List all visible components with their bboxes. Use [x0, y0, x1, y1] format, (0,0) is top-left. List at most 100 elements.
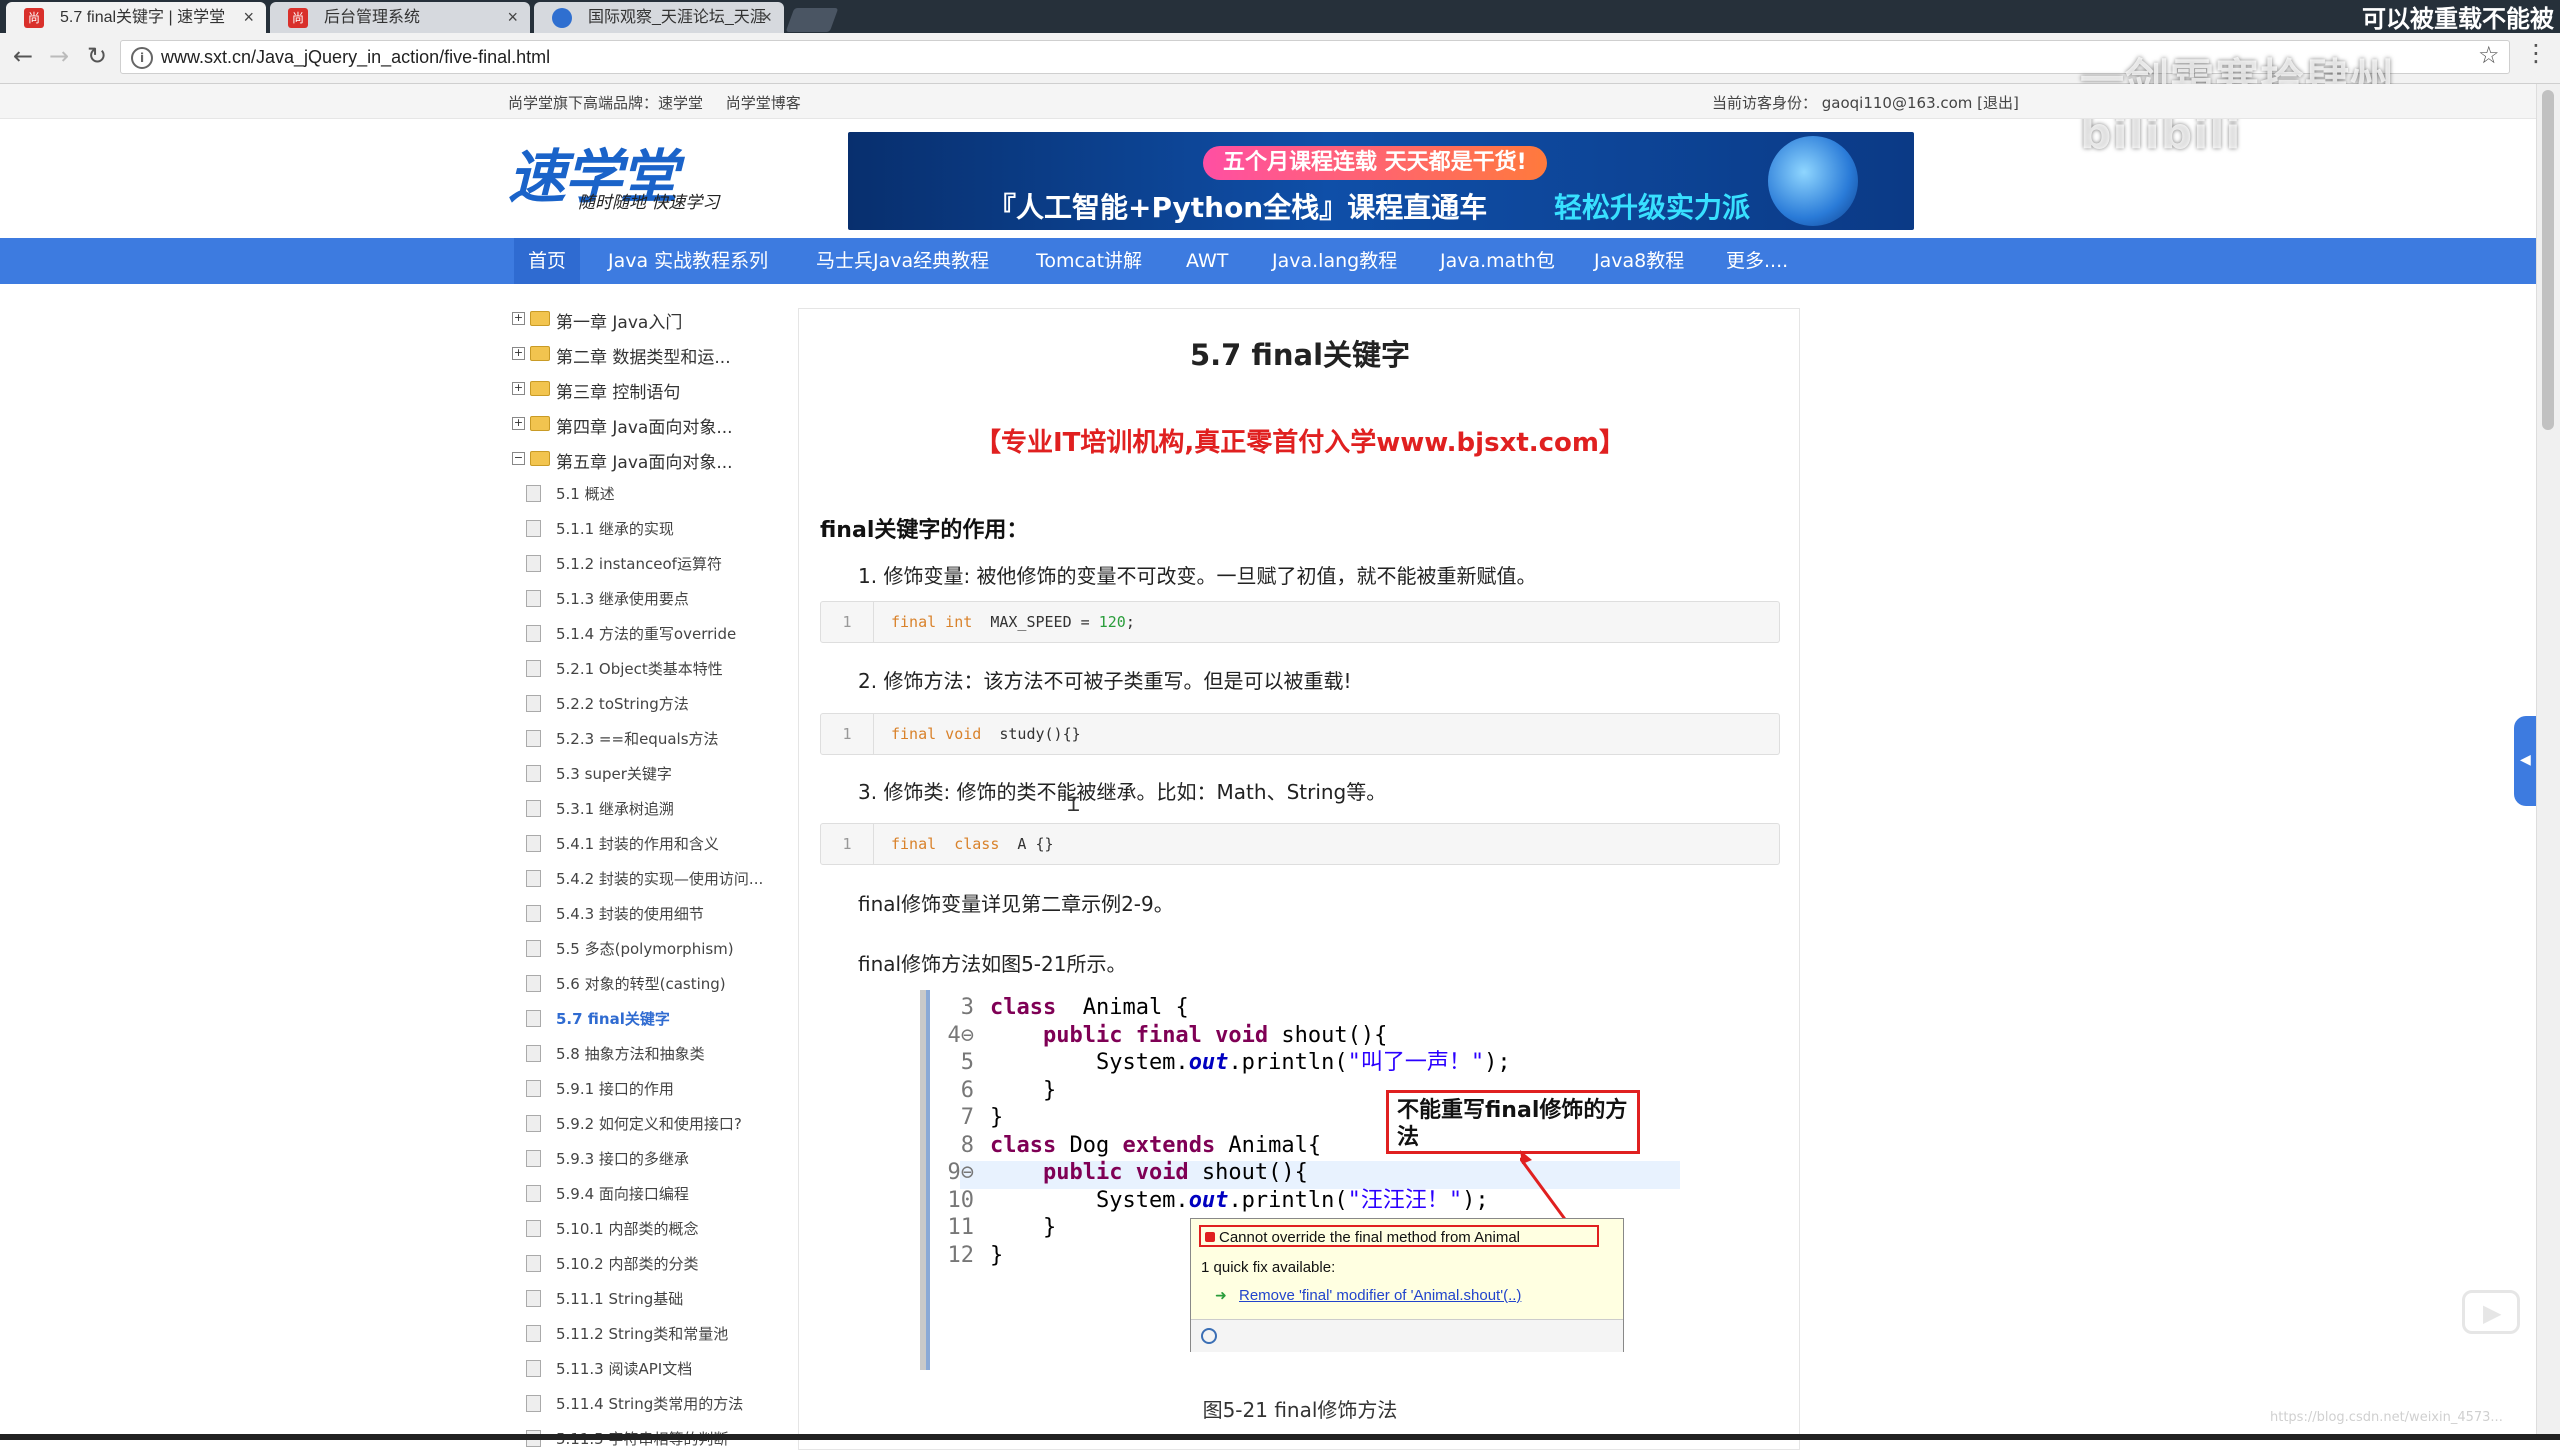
video-bottom-bar	[0, 1434, 2560, 1440]
document-icon	[526, 1185, 541, 1202]
line-number: 5	[960, 1050, 974, 1075]
document-icon	[526, 1115, 541, 1132]
forward-arrow-icon[interactable]: →	[44, 41, 74, 71]
code-block[interactable]: 1 final class A {}	[820, 823, 1780, 865]
line-number: 3	[960, 995, 974, 1020]
paragraph: final修饰变量详见第二章示例2-9。	[858, 892, 1174, 916]
nav-item[interactable]: Tomcat讲解	[1036, 238, 1142, 284]
code-line: 10 System.out.println("汪汪汪！");	[934, 1187, 1489, 1215]
new-tab-button[interactable]	[785, 8, 839, 32]
close-tab-icon[interactable]: ×	[243, 2, 254, 33]
sidebar-item-label: 5.5 多态(polymorphism)	[556, 940, 734, 958]
sidebar-item-label: 5.2.1 Object类基本特性	[556, 660, 723, 678]
sidebar-item-label: 5.4.2 封装的实现—使用访问...	[556, 870, 764, 888]
document-icon	[526, 695, 541, 712]
tab-title: 国际观察_天涯论坛_天涯	[588, 9, 766, 26]
document-icon	[526, 660, 541, 677]
paragraph: 1. 修饰变量: 被他修饰的变量不可改变。一旦赋了初值，就不能被重新赋值。	[858, 564, 1537, 588]
browser-tab[interactable]: 尚 后台管理系统 ×	[270, 2, 530, 33]
quickfix-link[interactable]: Remove 'final' modifier of 'Animal.shout…	[1239, 1287, 1521, 1304]
code-line: 7}	[934, 1104, 1004, 1132]
line-number: 10	[947, 1187, 975, 1213]
code-line: 4⊖ public final void shout(){	[934, 1022, 1388, 1050]
banner-slogan: 轻松升级实力派	[1554, 191, 1751, 224]
video-overlay-subtitle: 可以被重载不能被	[2362, 5, 2554, 33]
document-icon	[526, 765, 541, 782]
play-button[interactable]: ▶	[2462, 1290, 2520, 1334]
document-icon	[526, 730, 541, 747]
url-text[interactable]: www.sxt.cn/Java_jQuery_in_action/five-fi…	[161, 41, 550, 73]
browser-tab[interactable]: 国际观察_天涯论坛_天涯 ×	[534, 2, 784, 33]
browser-tab-strip: 尚 5.7 final关键字 | 速学堂 × 尚 后台管理系统 × 国际观察_天…	[0, 0, 2560, 33]
sidebar-item-label: 5.9.1 接口的作用	[556, 1080, 674, 1098]
quickfix-label: 1 quick fix available:	[1201, 1259, 1336, 1276]
document-icon	[526, 975, 541, 992]
document-icon	[526, 835, 541, 852]
line-number: 1	[821, 714, 874, 754]
quickfix-icon: ➜	[1215, 1287, 1227, 1303]
line-number: 7	[960, 1105, 974, 1130]
code-block[interactable]: 1 final void study(){}	[820, 713, 1780, 755]
code-line: 8 class Dog extends Animal{	[934, 1132, 1321, 1160]
play-icon: ▶	[2483, 1299, 2502, 1327]
logo-tagline: 随时随地 快速学习	[578, 193, 720, 213]
visitor-identity[interactable]: 当前访客身份： gaoqi110@163.com [退出]	[1712, 92, 2019, 113]
globe-icon	[552, 8, 572, 28]
expand-icon[interactable]: +	[512, 312, 525, 325]
brand-link[interactable]: 尚学堂旗下高端品牌：速学堂	[508, 94, 703, 112]
nav-item[interactable]: Java 实战教程系列	[608, 238, 768, 284]
nav-item-home[interactable]: 首页	[514, 238, 581, 284]
sidebar-item-label: 5.1.3 继承使用要点	[556, 590, 689, 608]
document-icon	[526, 520, 541, 537]
promo-link[interactable]: 【专业IT培训机构,真正零首付入学www.bjsxt.com】	[900, 422, 1700, 459]
collapse-icon[interactable]: −	[512, 452, 525, 465]
reload-icon[interactable]: ↻	[82, 41, 112, 71]
ad-banner[interactable]: 五个月课程连载 天天都是干货! 『人工智能+Python全栈』课程直通车 轻松升…	[848, 132, 1914, 230]
sidebar-item-label: 5.1.1 继承的实现	[556, 520, 674, 538]
paragraph: final修饰方法如图5-21所示。	[858, 952, 1127, 976]
nav-item[interactable]: Java.lang教程	[1272, 238, 1397, 284]
expand-icon[interactable]: +	[512, 347, 525, 360]
back-arrow-icon[interactable]: ←	[8, 41, 38, 71]
site-favicon-icon: 尚	[288, 8, 308, 28]
browser-tab-active[interactable]: 尚 5.7 final关键字 | 速学堂 ×	[6, 2, 266, 33]
nav-item[interactable]: AWT	[1186, 238, 1228, 284]
document-icon	[526, 870, 541, 887]
close-tab-icon[interactable]: ×	[507, 2, 518, 33]
code-line: 6 }	[934, 1077, 1056, 1105]
document-icon	[526, 1325, 541, 1342]
code-block[interactable]: 1 final int MAX_SPEED = 120;	[820, 601, 1780, 643]
page-title: 5.7 final关键字	[1189, 338, 1411, 372]
close-tab-icon[interactable]: ×	[761, 2, 772, 33]
nav-item[interactable]: Java8教程	[1594, 238, 1684, 284]
code-text: final void study(){}	[891, 725, 1081, 743]
document-icon	[526, 1360, 541, 1377]
sidebar-item-label: 5.9.4 面向接口编程	[556, 1185, 689, 1203]
side-toggle-tab[interactable]: ◀	[2514, 716, 2536, 806]
line-number: 6	[960, 1077, 974, 1103]
expand-icon[interactable]: +	[512, 382, 525, 395]
document-icon	[526, 1045, 541, 1062]
paragraph: 2. 修饰方法：该方法不可被子类重写。但是可以被重载!	[858, 669, 1352, 693]
code-text: final class A {}	[891, 835, 1054, 853]
scrollbar-thumb[interactable]	[2542, 90, 2554, 430]
info-icon[interactable]: i	[131, 47, 153, 69]
expand-icon[interactable]: +	[512, 417, 525, 430]
figure-caption: 图5-21 final修饰方法	[1202, 1398, 1398, 1422]
settings-icon[interactable]	[1201, 1328, 1217, 1344]
nav-item[interactable]: Java.math包	[1440, 238, 1555, 284]
sidebar-item-label: 5.1.4 方法的重写override	[556, 625, 737, 643]
code-text: final int MAX_SPEED = 120;	[891, 613, 1135, 631]
section-heading: final关键字的作用：	[820, 518, 1029, 543]
open-folder-icon	[530, 451, 550, 466]
nav-item-more[interactable]: 更多....	[1726, 238, 1788, 284]
line-number: 1	[821, 824, 874, 864]
blog-watermark-url: https://blog.csdn.net/weixin_4573...	[2270, 1410, 2503, 1425]
line-number: 8	[960, 1132, 974, 1158]
nav-item[interactable]: 马士兵Java经典教程	[816, 238, 989, 284]
banner-pill: 五个月课程连载 天天都是干货!	[1203, 146, 1547, 180]
sidebar-item-label: 5.4.3 封装的使用细节	[556, 905, 704, 923]
blog-link[interactable]: 尚学堂博客	[726, 94, 801, 112]
site-logo[interactable]: 速学堂 随时随地 快速学习	[508, 130, 728, 213]
code-line: 3 class Animal {	[934, 994, 1189, 1022]
